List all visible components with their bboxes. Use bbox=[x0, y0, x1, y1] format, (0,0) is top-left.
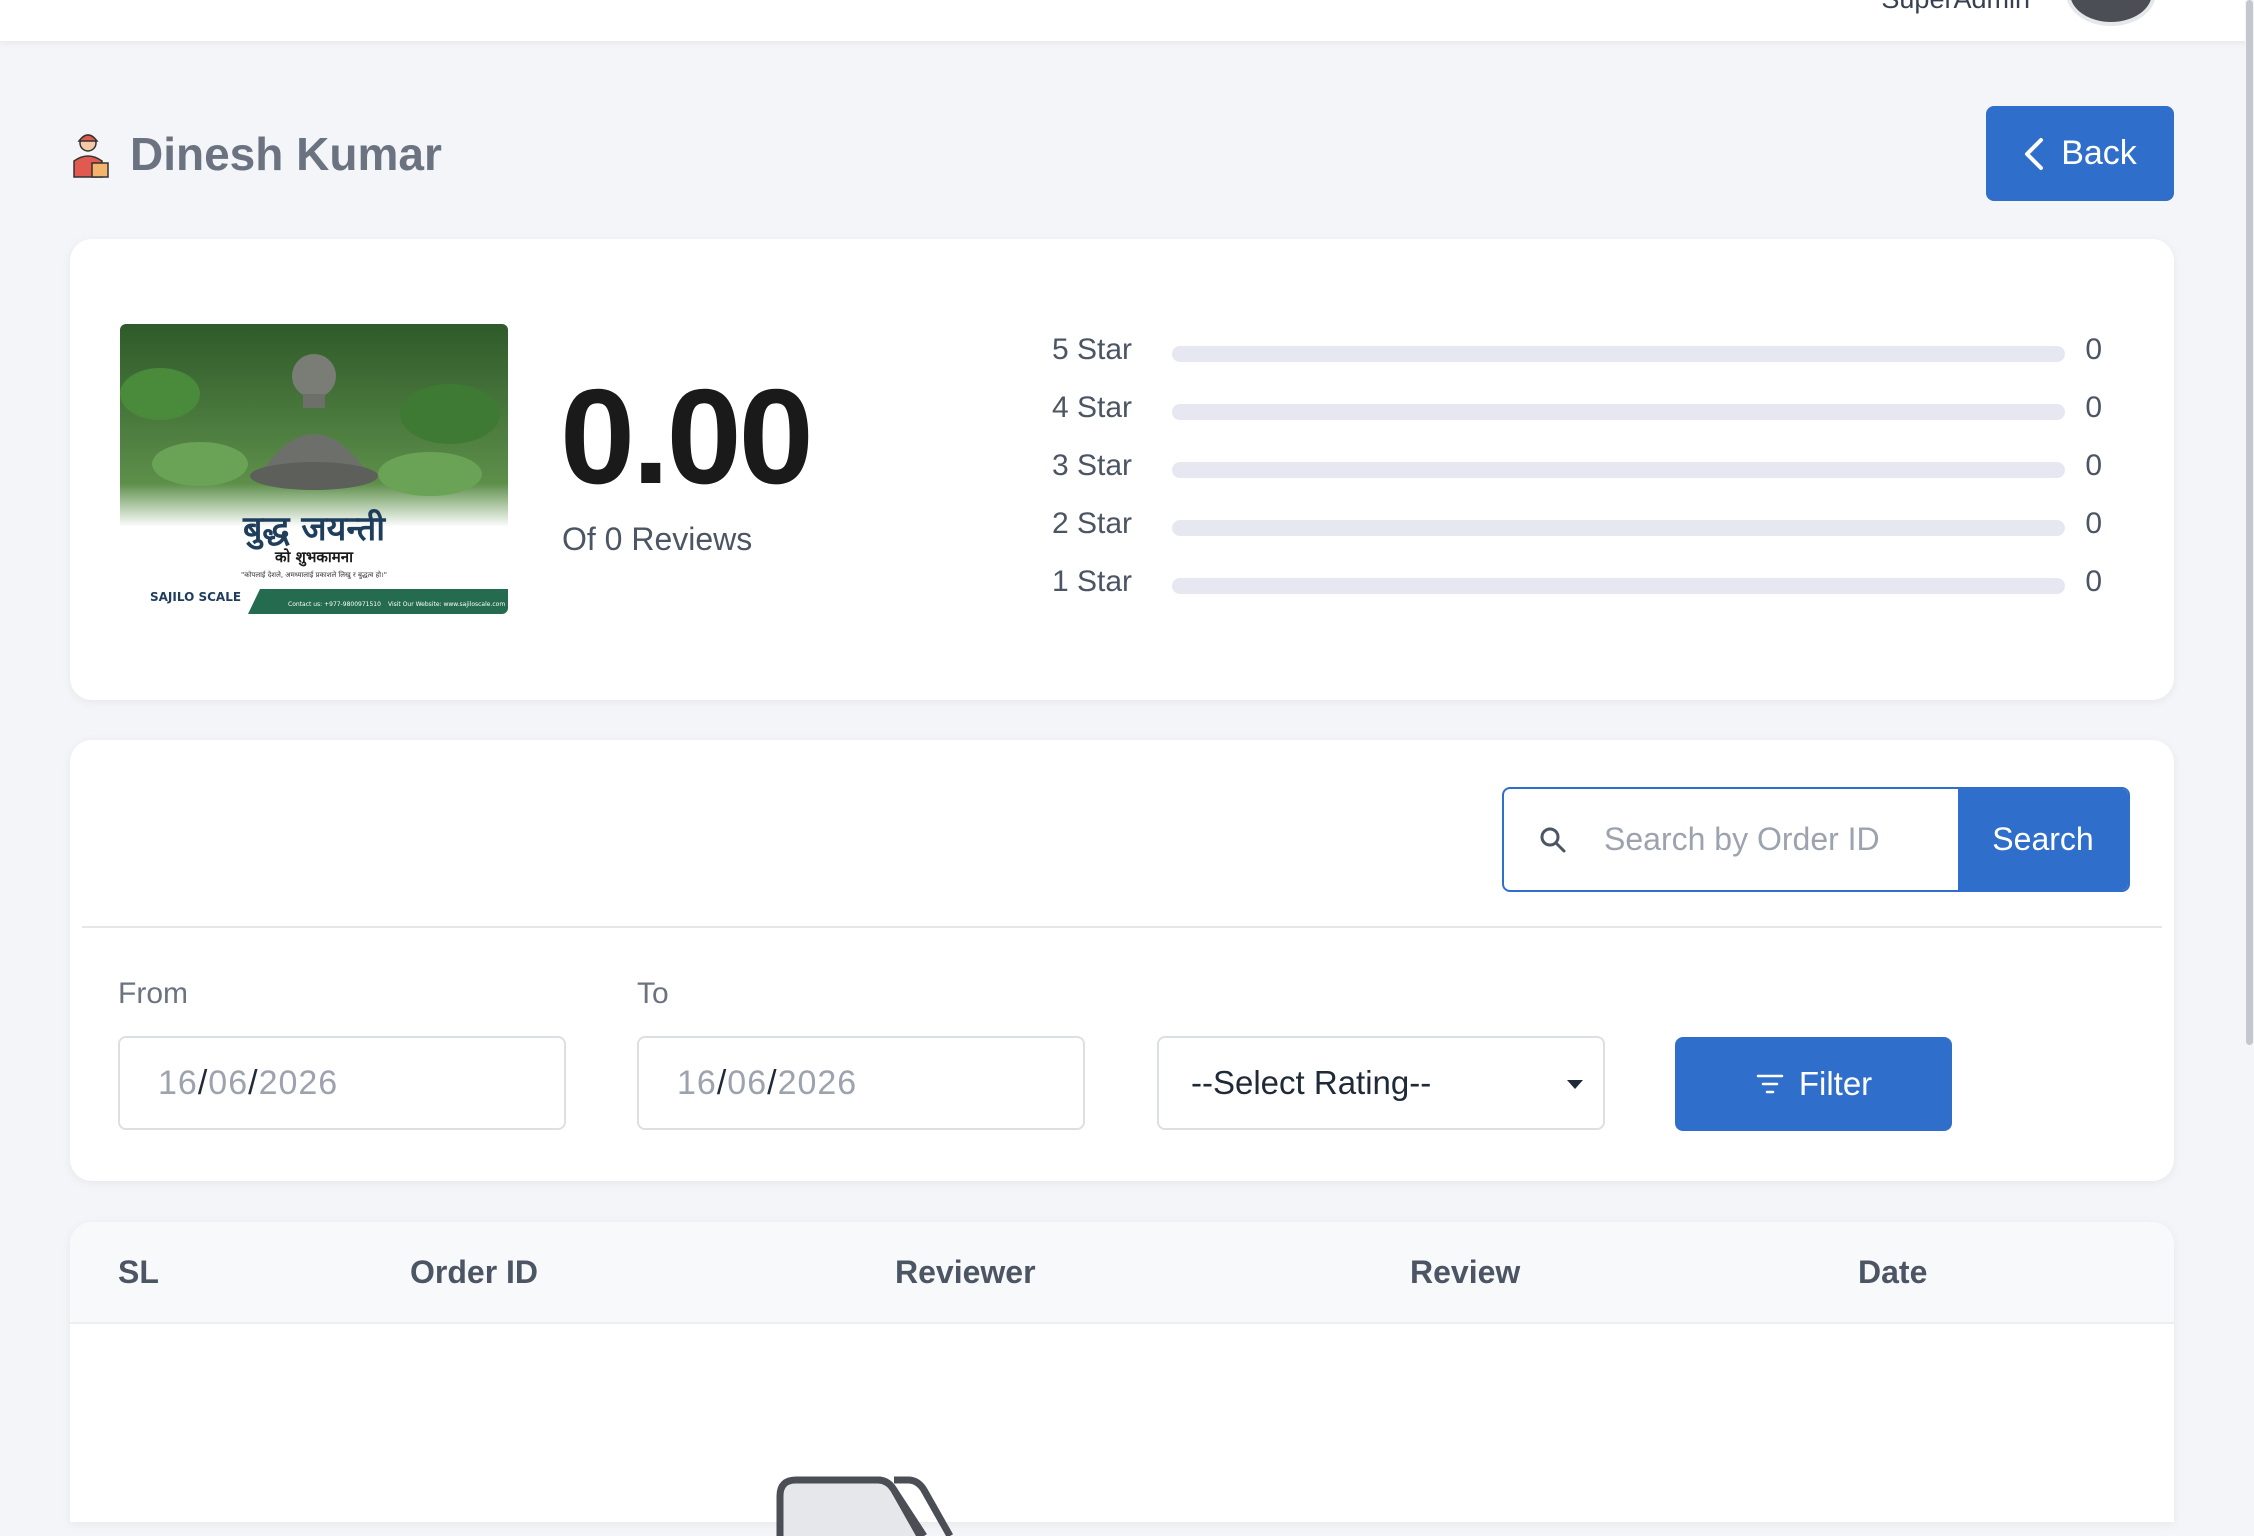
from-label: From bbox=[118, 977, 188, 1010]
user-avatar[interactable] bbox=[2066, 0, 2156, 26]
column-header-sl[interactable]: SL bbox=[118, 1254, 159, 1291]
rating-row-label: 5 Star bbox=[1052, 333, 1133, 366]
rating-row-label: 2 Star bbox=[1052, 507, 1133, 540]
column-header-review[interactable]: Review bbox=[1410, 1254, 1520, 1291]
rating-row-label: 4 Star bbox=[1052, 391, 1133, 424]
delivery-person-icon bbox=[73, 134, 109, 178]
rating-row-3: 3 Star 0 bbox=[1052, 449, 2102, 489]
reviews-count: Of 0 Reviews bbox=[562, 521, 753, 557]
rating-row-label: 1 Star bbox=[1052, 565, 1133, 598]
rating-row-count: 0 bbox=[2085, 333, 2102, 366]
image-headline: बुद्ध जयन्ती bbox=[242, 508, 386, 550]
column-header-reviewer[interactable]: Reviewer bbox=[895, 1254, 1036, 1291]
rating-bar bbox=[1172, 520, 2065, 536]
rating-row-1: 1 Star 0 bbox=[1052, 565, 2102, 605]
image-subline: को शुभकामना bbox=[274, 548, 354, 567]
search-button[interactable]: Search bbox=[1958, 789, 2128, 890]
from-month: 06 bbox=[208, 1063, 249, 1102]
filters-card: Search From To 16/06/2026 16/06/2026 --S… bbox=[70, 740, 2174, 1181]
table-header: SL Order ID Reviewer Review Date bbox=[70, 1222, 2174, 1324]
back-button[interactable]: Back bbox=[1986, 106, 2174, 201]
empty-box-icon bbox=[776, 1476, 954, 1536]
back-button-label: Back bbox=[2061, 134, 2137, 172]
image-website: Visit Our Website: www.sajiloscale.com bbox=[388, 601, 505, 608]
rating-bar bbox=[1172, 578, 2065, 594]
to-year: 2026 bbox=[777, 1063, 858, 1102]
rating-bar bbox=[1172, 346, 2065, 362]
rating-bar bbox=[1172, 462, 2065, 478]
search-field[interactable] bbox=[1504, 789, 1958, 890]
page-scrollbar[interactable] bbox=[2245, 0, 2254, 1500]
rating-summary-card: बुद्ध जयन्ती को शुभकामना "कोपलाई देशले, … bbox=[70, 239, 2174, 700]
to-label: To bbox=[637, 977, 669, 1010]
column-header-date[interactable]: Date bbox=[1858, 1254, 1927, 1291]
column-header-order-id[interactable]: Order ID bbox=[410, 1254, 538, 1291]
rating-row-label: 3 Star bbox=[1052, 449, 1133, 482]
product-image: बुद्ध जयन्ती को शुभकामना "कोपलाई देशले, … bbox=[120, 324, 508, 614]
to-day: 16 bbox=[677, 1063, 717, 1102]
search-group: Search bbox=[1502, 787, 2130, 892]
user-name[interactable]: SuperAdmin bbox=[1881, 0, 2030, 15]
caret-down-icon bbox=[1567, 1080, 1583, 1089]
page-header: Dinesh Kumar bbox=[70, 124, 442, 184]
chevron-left-icon bbox=[2025, 137, 2044, 170]
rating-row-count: 0 bbox=[2085, 565, 2102, 598]
filter-button[interactable]: Filter bbox=[1675, 1037, 1952, 1131]
rating-row-5: 5 Star 0 bbox=[1052, 333, 2102, 373]
from-date-input[interactable]: 16/06/2026 bbox=[118, 1036, 566, 1130]
rating-row-count: 0 bbox=[2085, 449, 2102, 482]
search-input[interactable] bbox=[1602, 820, 1926, 859]
page-title: Dinesh Kumar bbox=[130, 128, 442, 180]
rating-row-count: 0 bbox=[2085, 391, 2102, 424]
rating-select-value: --Select Rating-- bbox=[1191, 1064, 1432, 1101]
to-month: 06 bbox=[727, 1063, 768, 1102]
filter-icon bbox=[1756, 1074, 1784, 1094]
filter-button-label: Filter bbox=[1798, 1065, 1873, 1102]
search-icon bbox=[1540, 827, 1566, 852]
average-rating: 0.00 bbox=[560, 361, 814, 512]
rating-select[interactable]: --Select Rating-- bbox=[1157, 1036, 1605, 1130]
image-contact: Contact us: +977-9800971510 bbox=[288, 601, 381, 608]
top-navbar: SuperAdmin bbox=[0, 0, 2254, 41]
image-tagline: "कोपलाई देशले, अमध्यालाई प्रकाशले लिखु र… bbox=[241, 570, 387, 579]
filters-divider bbox=[82, 926, 2162, 928]
to-date-input[interactable]: 16/06/2026 bbox=[637, 1036, 1085, 1130]
reviews-table: SL Order ID Reviewer Review Date bbox=[70, 1222, 2174, 1536]
from-day: 16 bbox=[158, 1063, 198, 1102]
from-year: 2026 bbox=[258, 1063, 339, 1102]
image-brand: SAJILO SCALE bbox=[150, 590, 241, 604]
rating-row-2: 2 Star 0 bbox=[1052, 507, 2102, 547]
rating-row-4: 4 Star 0 bbox=[1052, 391, 2102, 431]
scrollbar-thumb[interactable] bbox=[2246, 0, 2253, 1045]
rating-row-count: 0 bbox=[2085, 507, 2102, 540]
rating-bar bbox=[1172, 404, 2065, 420]
